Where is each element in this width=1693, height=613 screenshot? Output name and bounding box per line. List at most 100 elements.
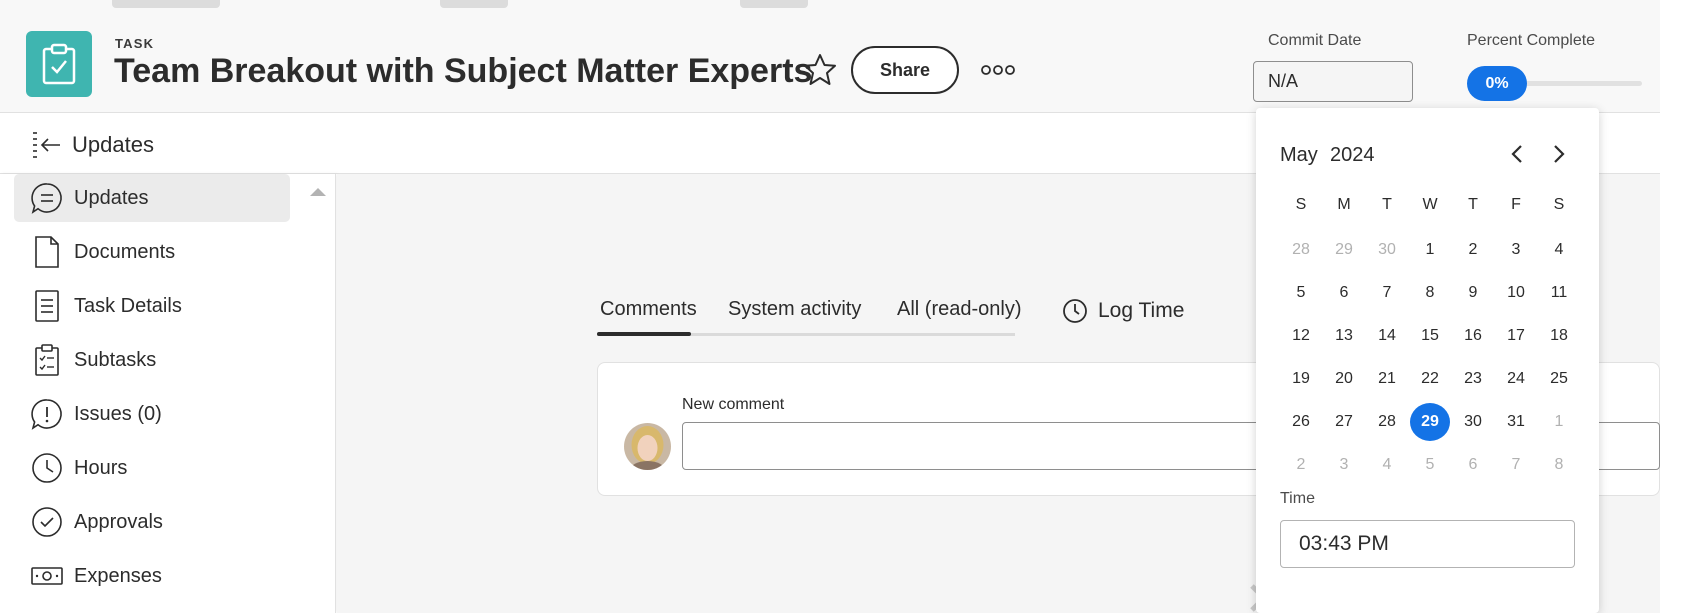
sidebar-item-documents[interactable]: Documents [14, 228, 290, 276]
calendar-month[interactable]: May [1280, 144, 1318, 167]
calendar-day[interactable]: 30 [1367, 231, 1407, 269]
sidebar-item-label: Task Details [74, 294, 182, 317]
sidebar-item-subtasks[interactable]: Subtasks [14, 336, 290, 384]
subtasks-icon [30, 341, 64, 379]
calendar-day[interactable]: 28 [1281, 231, 1321, 269]
chevron-left-icon[interactable] [1506, 142, 1530, 166]
check-circle-icon [30, 503, 64, 541]
top-tab-strip [0, 0, 1693, 10]
money-icon [30, 557, 64, 595]
calendar-day[interactable]: 8 [1539, 446, 1579, 484]
calendar-day[interactable]: 15 [1410, 317, 1450, 355]
commit-date-input[interactable]: N/A [1253, 61, 1413, 102]
calendar-day[interactable]: 20 [1324, 360, 1364, 398]
calendar-day[interactable]: 2 [1281, 446, 1321, 484]
calendar-day[interactable]: 1 [1410, 231, 1450, 269]
log-time-button[interactable]: Log Time [1062, 298, 1184, 324]
calendar-day[interactable]: 5 [1281, 274, 1321, 312]
calendar-day[interactable]: 31 [1496, 403, 1536, 441]
calendar-day[interactable]: 9 [1453, 274, 1493, 312]
calendar-day[interactable]: 1 [1539, 403, 1579, 441]
calendar-day-selected[interactable]: 29 [1410, 403, 1450, 441]
sidebar-item-issues[interactable]: Issues (0) [14, 390, 290, 438]
calendar-day[interactable]: 26 [1281, 403, 1321, 441]
calendar-day[interactable]: 10 [1496, 274, 1536, 312]
task-clipboard-icon [26, 31, 92, 97]
document-icon [30, 233, 64, 271]
collapse-panel-icon[interactable] [30, 128, 62, 160]
sidebar-item-label: Subtasks [74, 348, 157, 371]
weekday-header: W [1422, 196, 1438, 213]
commit-date-label: Commit Date [1268, 32, 1362, 49]
sidebar-item-hours[interactable]: Hours [14, 444, 290, 492]
calendar-day[interactable]: 6 [1324, 274, 1364, 312]
calendar-day[interactable]: 4 [1539, 231, 1579, 269]
weekday-header: S [1553, 196, 1565, 213]
weekday-header: T [1382, 196, 1392, 213]
sidebar-item-label: Issues (0) [74, 402, 162, 425]
calendar-day[interactable]: 28 [1367, 403, 1407, 441]
updates-panel-title: Updates [72, 132, 154, 157]
share-button[interactable]: Share [851, 46, 959, 94]
speech-bubble-icon [30, 179, 64, 217]
calendar-day[interactable]: 17 [1496, 317, 1536, 355]
sidebar-item-updates[interactable]: Updates [14, 174, 290, 222]
calendar-day[interactable]: 12 [1281, 317, 1321, 355]
active-tab-indicator [597, 332, 691, 336]
calendar-day[interactable]: 29 [1324, 231, 1364, 269]
sidebar-item-label: Hours [74, 456, 128, 479]
time-input[interactable]: 03:43 PM [1280, 520, 1575, 568]
calendar-day[interactable]: 18 [1539, 317, 1579, 355]
sidebar-item-approvals[interactable]: Approvals [14, 498, 290, 546]
calendar-day[interactable]: 25 [1539, 360, 1579, 398]
calendar-day[interactable]: 5 [1410, 446, 1450, 484]
calendar-day[interactable]: 19 [1281, 360, 1321, 398]
avatar [624, 423, 671, 470]
calendar-day[interactable]: 4 [1367, 446, 1407, 484]
scroll-up-arrow-icon[interactable] [310, 188, 326, 196]
tab-comments[interactable]: Comments [600, 298, 697, 321]
chevron-right-icon[interactable] [1546, 142, 1570, 166]
star-icon[interactable] [802, 52, 838, 88]
new-comment-label: New comment [682, 396, 785, 413]
calendar-day[interactable]: 24 [1496, 360, 1536, 398]
calendar-day[interactable]: 11 [1539, 274, 1579, 312]
clock-icon [1062, 298, 1088, 324]
top-tab[interactable] [740, 0, 808, 8]
calendar-day[interactable]: 23 [1453, 360, 1493, 398]
page-title: Team Breakout with Subject Matter Expert… [114, 52, 813, 90]
calendar-year[interactable]: 2024 [1330, 144, 1375, 167]
calendar-day[interactable]: 21 [1367, 360, 1407, 398]
sidebar-item-task-details[interactable]: Task Details [14, 282, 290, 330]
tab-system-activity[interactable]: System activity [728, 298, 861, 321]
object-type-label: TASK [115, 36, 155, 51]
top-tab[interactable] [440, 0, 508, 8]
calendar-day[interactable]: 3 [1324, 446, 1364, 484]
calendar-day[interactable]: 27 [1324, 403, 1364, 441]
weekday-header: M [1337, 196, 1351, 213]
calendar-day[interactable]: 14 [1367, 317, 1407, 355]
sidebar-item-expenses[interactable]: Expenses [14, 552, 290, 600]
task-details-icon [30, 287, 64, 325]
date-picker-popover: May 2024 S M T W T F S 28 29 30 1 2 3 4 … [1256, 108, 1599, 613]
calendar-day[interactable]: 8 [1410, 274, 1450, 312]
clock-icon [30, 449, 64, 487]
sidebar-item-label: Documents [74, 240, 176, 263]
calendar-day[interactable]: 6 [1453, 446, 1493, 484]
calendar-day[interactable]: 16 [1453, 317, 1493, 355]
calendar-day[interactable]: 7 [1367, 274, 1407, 312]
calendar-day[interactable]: 13 [1324, 317, 1364, 355]
calendar-day[interactable]: 3 [1496, 231, 1536, 269]
calendar-day[interactable]: 2 [1453, 231, 1493, 269]
percent-complete-handle[interactable]: 0% [1467, 66, 1527, 101]
sidebar-item-label: Updates [74, 186, 149, 209]
top-tab[interactable] [112, 0, 220, 8]
calendar-day[interactable]: 7 [1496, 446, 1536, 484]
tab-all-read-only[interactable]: All (read-only) [897, 298, 1021, 321]
page-header: TASK Team Breakout with Subject Matter E… [0, 10, 1660, 113]
calendar-day[interactable]: 22 [1410, 360, 1450, 398]
weekday-header: T [1468, 196, 1478, 213]
left-sidebar: Updates Documents Task Details Subtasks … [0, 174, 336, 613]
calendar-day[interactable]: 30 [1453, 403, 1493, 441]
more-options-icon[interactable] [980, 62, 1016, 78]
